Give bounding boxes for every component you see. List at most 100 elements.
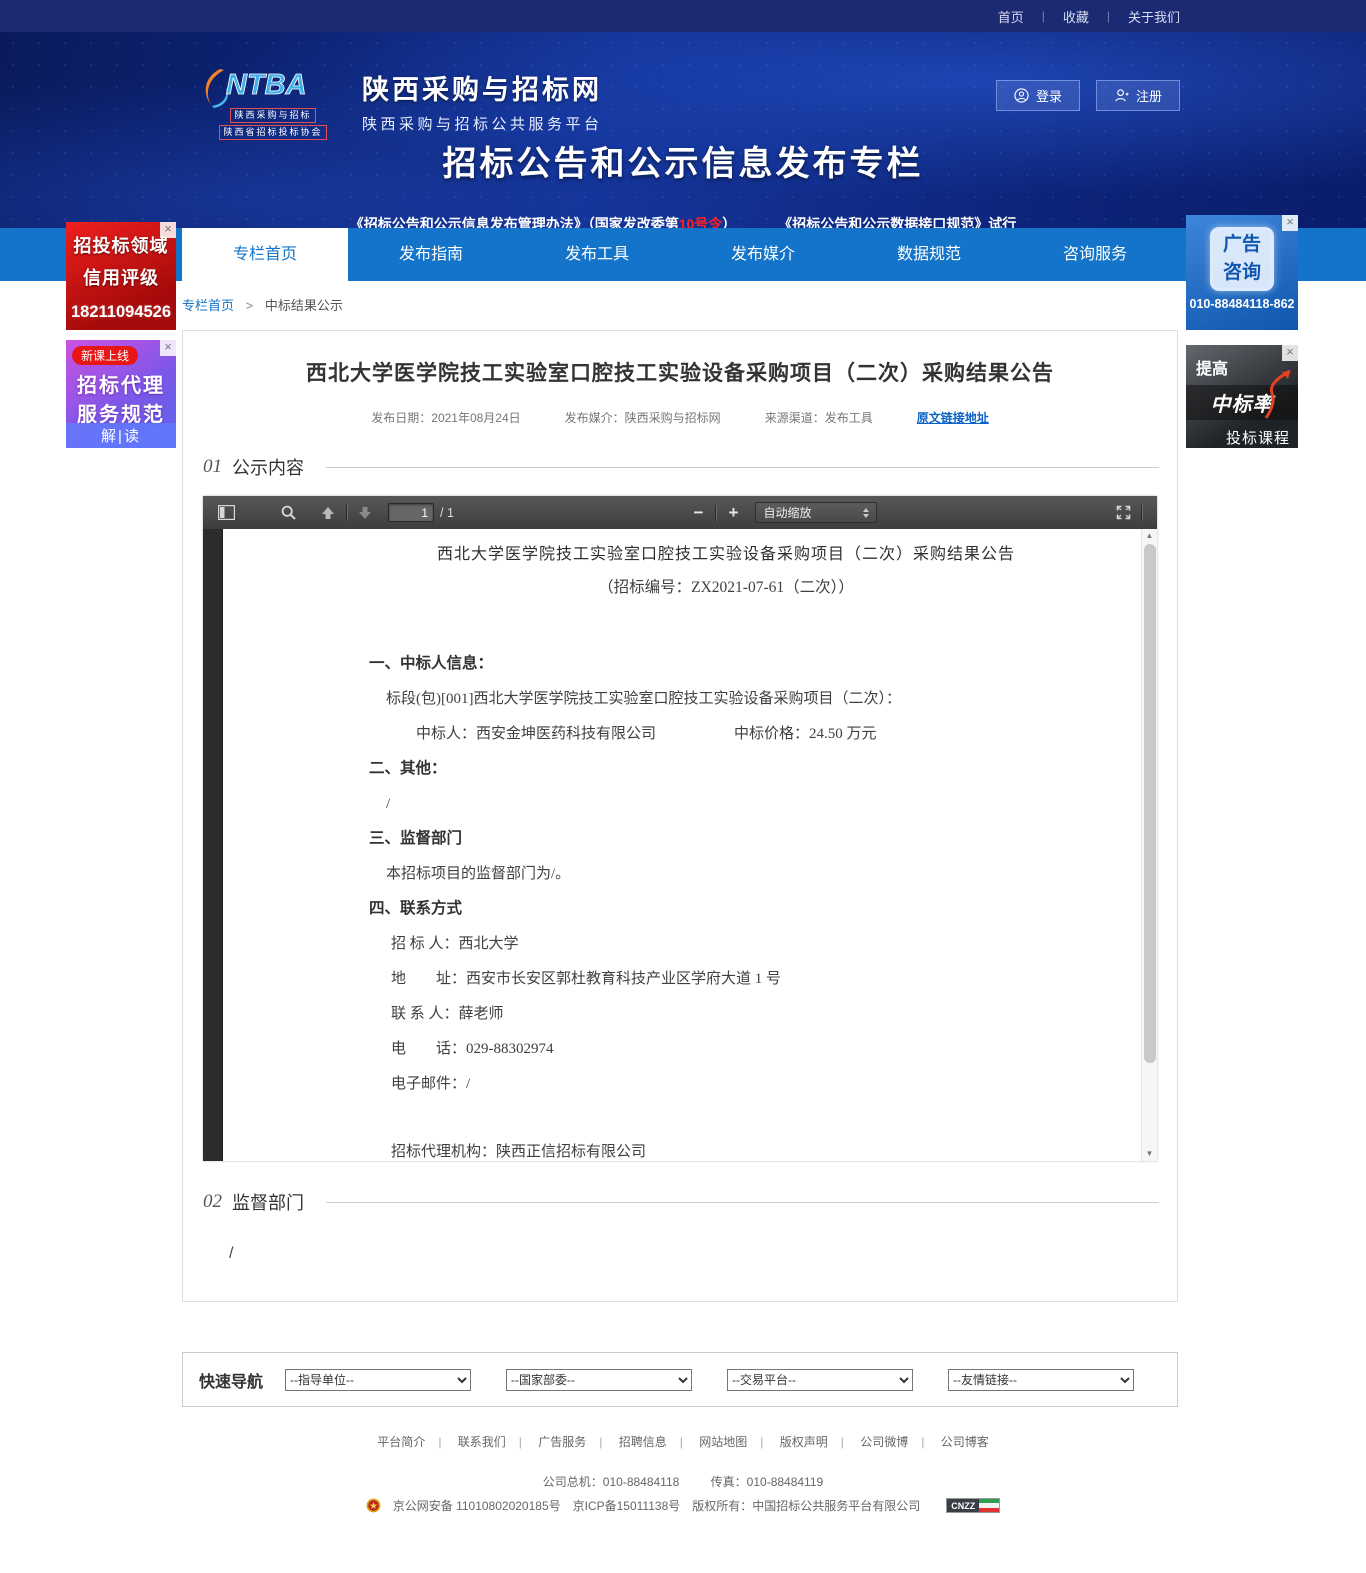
login-button[interactable]: 登录 bbox=[996, 80, 1080, 111]
pdf-scrollbar[interactable]: ▲ ▼ bbox=[1141, 529, 1157, 1161]
topbar-link-home[interactable]: 首页 bbox=[998, 7, 1024, 26]
company-fax: 传真：010-88484119 bbox=[711, 1475, 824, 1489]
zoom-in-button[interactable]: + bbox=[721, 503, 745, 523]
select-guidance-units[interactable]: --指导单位-- bbox=[285, 1369, 471, 1391]
scroll-down-icon[interactable]: ▼ bbox=[1146, 1147, 1154, 1161]
main-navbar: 专栏首页 发布指南 发布工具 发布媒介 数据规范 咨询服务 bbox=[0, 228, 1366, 281]
cnzz-badge[interactable]: CNZZ bbox=[946, 1498, 1000, 1513]
section-header-supervision: 02 监督部门 bbox=[203, 1189, 1159, 1215]
login-label: 登录 bbox=[1036, 86, 1062, 105]
doc-contact-tenderer: 招 标 人：西北大学 bbox=[391, 934, 1081, 954]
section-title: 公示内容 bbox=[232, 454, 304, 480]
select-state-ministries[interactable]: --国家部委-- bbox=[506, 1369, 692, 1391]
footer-link-sitemap[interactable]: 网站地图 bbox=[699, 1435, 747, 1449]
beian-number: 京公网安备 11010802020185号 bbox=[393, 1497, 561, 1514]
topbar-link-about[interactable]: 关于我们 bbox=[1128, 7, 1180, 26]
section-divider bbox=[326, 467, 1159, 468]
supervision-value: / bbox=[229, 1245, 1177, 1263]
user-icon bbox=[1014, 88, 1029, 103]
nav-tab-consult-service[interactable]: 咨询服务 bbox=[1012, 228, 1178, 281]
announcement-panel: 西北大学医学院技工实验室口腔技工实验设备采购项目（二次）采购结果公告 发布日期：… bbox=[182, 330, 1178, 1302]
footer-link-weibo[interactable]: 公司微博 bbox=[860, 1435, 908, 1449]
publish-date: 发布日期：2021年08月24日 bbox=[371, 409, 520, 426]
topbar-separator: | bbox=[1107, 9, 1110, 23]
page-title: 西北大学医学院技工实验室口腔技工实验设备采购项目（二次）采购结果公告 bbox=[183, 357, 1177, 387]
nav-tab-publish-guide[interactable]: 发布指南 bbox=[348, 228, 514, 281]
footer-link-ad-service[interactable]: 广告服务 bbox=[538, 1435, 586, 1449]
ad-line: 广告 bbox=[1213, 231, 1271, 260]
doc-contact-phone: 电 话：029-88302974 bbox=[391, 1039, 1081, 1059]
site-slogan: 陕西采购与招标公共服务平台 bbox=[362, 113, 603, 134]
footer-link-contact[interactable]: 联系我们 bbox=[458, 1435, 506, 1449]
doc-tender-number: （招标编号：ZX2021-07-61（二次）） bbox=[371, 578, 1081, 598]
banner-subtitle-pre: 《招标公告和公示信息发布管理办法》（国家发改委第 bbox=[350, 216, 679, 228]
doc-heading-2: 二、其他： bbox=[369, 759, 1081, 779]
site-name: 陕西采购与招标网 bbox=[362, 68, 603, 107]
svg-text:NTBA: NTBA bbox=[226, 69, 307, 101]
footer-links: 平台简介| 联系我们| 广告服务| 招聘信息| 网站地图| 版权声明| 公司微博… bbox=[0, 1433, 1366, 1450]
ad-line: 咨询 bbox=[1213, 259, 1271, 288]
register-label: 注册 bbox=[1136, 86, 1162, 105]
pdf-viewer: / 1 − + 自动缩放 西北大学医学院技工实验室口腔技工实验设备采购项目（二次… bbox=[203, 496, 1157, 1161]
doc-heading-1: 一、中标人信息： bbox=[369, 654, 1081, 674]
ad-agency-course[interactable]: × 新课上线 招标代理 服务规范 解|读 bbox=[66, 340, 176, 448]
doc-contact-address: 地 址：西安市长安区郭杜教育科技产业区学府大道 1 号 bbox=[391, 969, 1081, 989]
winning-price: 中标价格：24.50 万元 bbox=[734, 726, 877, 742]
icp-number: 京ICP备15011138号 bbox=[573, 1497, 681, 1514]
page-number-input[interactable] bbox=[388, 503, 434, 522]
nav-tab-data-standard[interactable]: 数据规范 bbox=[846, 228, 1012, 281]
ad-footer: 解|读 bbox=[66, 423, 176, 448]
article-meta: 发布日期：2021年08月24日 发布媒介：陕西采购与招标网 来源渠道：发布工具… bbox=[183, 409, 1177, 426]
fullscreen-icon[interactable] bbox=[1110, 501, 1136, 525]
footer-link-copyright-notice[interactable]: 版权声明 bbox=[780, 1435, 828, 1449]
close-icon[interactable]: × bbox=[160, 222, 176, 238]
scrollbar-thumb[interactable] bbox=[1144, 544, 1156, 1063]
close-icon[interactable]: × bbox=[160, 340, 176, 356]
close-icon[interactable]: × bbox=[1282, 215, 1298, 231]
footer-link-jobs[interactable]: 招聘信息 bbox=[619, 1435, 667, 1449]
ad-advertising-consult[interactable]: × 广告 咨询 010-88484118-862 bbox=[1186, 215, 1298, 330]
zoom-select-value: 自动缩放 bbox=[763, 504, 811, 521]
scroll-up-icon[interactable]: ▲ bbox=[1146, 529, 1154, 543]
page-up-icon[interactable] bbox=[315, 501, 341, 525]
search-icon[interactable] bbox=[275, 501, 301, 525]
nav-tab-publish-tools[interactable]: 发布工具 bbox=[514, 228, 680, 281]
doc-paragraph: 标段(包)[001]西北大学医学院技工实验室口腔技工实验设备采购项目（二次）： bbox=[386, 689, 1081, 709]
breadcrumb-separator: > bbox=[246, 298, 254, 313]
close-icon[interactable]: × bbox=[1282, 345, 1298, 361]
register-button[interactable]: 注册 bbox=[1096, 80, 1180, 111]
cnzz-label: CNZZ bbox=[947, 1499, 979, 1512]
select-trading-platforms[interactable]: --交易平台-- bbox=[727, 1369, 913, 1391]
origin-link[interactable]: 原文链接地址 bbox=[917, 409, 989, 426]
zoom-out-button[interactable]: − bbox=[686, 503, 710, 523]
quick-navigation: 快速导航 --指导单位-- --国家部委-- --交易平台-- --友情链接-- bbox=[182, 1352, 1178, 1407]
section-number: 02 bbox=[203, 1191, 222, 1213]
nav-tab-publish-media[interactable]: 发布媒介 bbox=[680, 228, 846, 281]
company-phone: 公司总机：010-88484118 bbox=[543, 1475, 680, 1489]
doc-heading-3: 三、监督部门 bbox=[369, 829, 1081, 849]
doc-title: 西北大学医学院技工实验室口腔技工实验设备采购项目（二次）采购结果公告 bbox=[371, 545, 1081, 565]
footer-link-platform-intro[interactable]: 平台简介 bbox=[377, 1435, 425, 1449]
page-down-icon[interactable] bbox=[352, 501, 378, 525]
ad-credit-rating[interactable]: × 招投标领域 信用评级 18211094526 bbox=[66, 222, 176, 330]
site-logo[interactable]: NTBA 陕西采购与招标 陕西省招标投标协会 陕西采购与招标网 陕西采购与招标公… bbox=[198, 66, 603, 140]
footer-link-blog[interactable]: 公司博客 bbox=[941, 1435, 989, 1449]
topbar-link-favorite[interactable]: 收藏 bbox=[1063, 7, 1089, 26]
banner-title: 招标公告和公示信息发布专栏 bbox=[0, 136, 1366, 185]
section-title: 监督部门 bbox=[232, 1189, 304, 1215]
doc-paragraph: / bbox=[386, 794, 1081, 814]
pdf-toolbar: / 1 − + 自动缩放 bbox=[203, 496, 1157, 529]
select-arrows-icon bbox=[863, 508, 869, 518]
sidebar-toggle-icon[interactable] bbox=[213, 501, 239, 525]
doc-paragraph: 本招标项目的监督部门为/。 bbox=[386, 864, 1081, 884]
nav-tab-column-home[interactable]: 专栏首页 bbox=[182, 228, 348, 281]
doc-agency: 招标代理机构：陕西正信招标有限公司 bbox=[391, 1142, 1081, 1161]
zoom-select[interactable]: 自动缩放 bbox=[755, 502, 877, 523]
ad-bid-rate-course[interactable]: × 提高 中标率 投标课程 bbox=[1186, 345, 1298, 448]
user-plus-icon bbox=[1114, 88, 1129, 103]
winner-name: 中标人：西安金坤医药科技有限公司 bbox=[416, 726, 656, 742]
ad-line: 招标代理 bbox=[66, 369, 176, 398]
select-friendly-links[interactable]: --友情链接-- bbox=[948, 1369, 1134, 1391]
breadcrumb-home-link[interactable]: 专栏首页 bbox=[182, 298, 234, 313]
banner-subtitle-right: 《招标公告和公示数据接口规范》试行 bbox=[778, 216, 1016, 228]
